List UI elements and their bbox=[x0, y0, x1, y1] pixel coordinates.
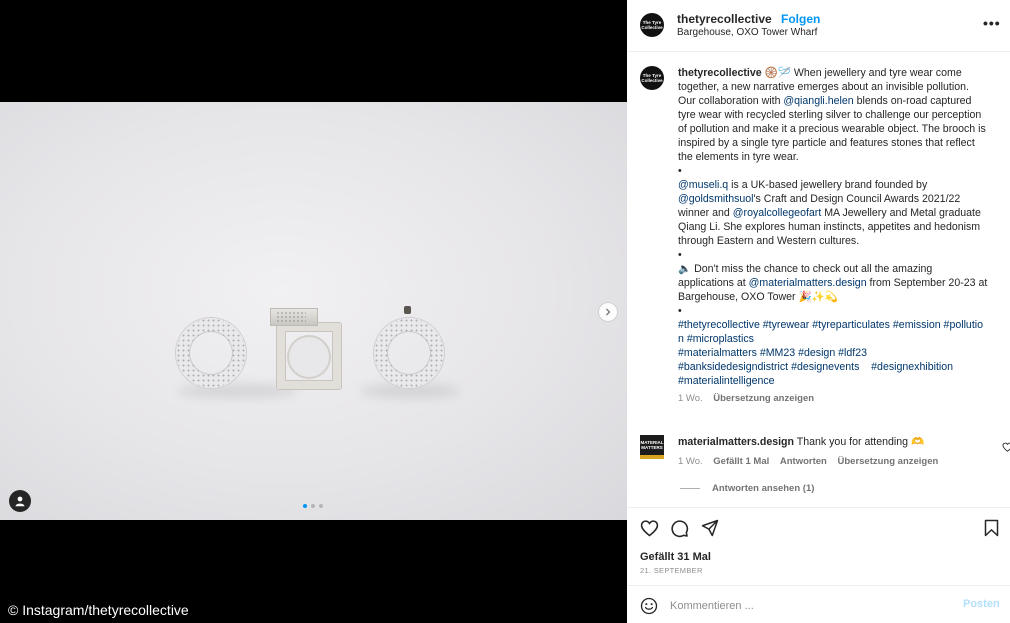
caption-avatar[interactable]: The Tyre Collective bbox=[640, 66, 664, 90]
carousel-dot bbox=[303, 504, 307, 508]
post-side-panel: The Tyre Collective thetyrecollective Fo… bbox=[627, 0, 1010, 623]
caption-text: is a UK-based jewellery brand founded by bbox=[728, 179, 928, 191]
like-icon[interactable] bbox=[640, 519, 659, 537]
carousel-next-button[interactable] bbox=[598, 302, 618, 322]
location-link[interactable]: Bargehouse, OXO Tower Wharf bbox=[677, 27, 817, 38]
post-photo[interactable] bbox=[0, 102, 627, 520]
avatar[interactable]: The Tyre Collective bbox=[640, 13, 664, 37]
caption-emoji: 🛞🪡 bbox=[764, 67, 791, 79]
carousel-indicator bbox=[303, 504, 323, 508]
chevron-right-icon bbox=[606, 308, 611, 316]
caption-bullet: • bbox=[678, 305, 682, 317]
ring-speckle bbox=[176, 318, 246, 388]
caption-bullet: • bbox=[678, 165, 682, 177]
ring-stone bbox=[404, 306, 411, 314]
post-header: The Tyre Collective thetyrecollective Fo… bbox=[627, 0, 1010, 52]
tagged-users-button[interactable] bbox=[9, 490, 31, 512]
caption-timestamp[interactable]: 1 Wo. bbox=[678, 393, 703, 404]
mention-link[interactable]: @materialmatters.design bbox=[749, 277, 867, 289]
hashtag-line[interactable]: #thetyrecollective #tyrewear #tyrepartic… bbox=[678, 318, 988, 346]
view-replies-button[interactable]: Antworten ansehen (1) bbox=[680, 483, 814, 494]
add-comment-bar: Posten bbox=[627, 585, 1010, 623]
caption-bullet: • bbox=[678, 249, 682, 261]
comment-translate-button[interactable]: Übersetzung anzeigen bbox=[838, 456, 939, 467]
likes-count[interactable]: Gefällt 31 Mal bbox=[640, 551, 711, 563]
user-icon bbox=[15, 496, 25, 507]
caption-translate-button[interactable]: Übersetzung anzeigen bbox=[713, 393, 814, 404]
post-actions: Gefällt 31 Mal 21. SEPTEMBER Posten bbox=[627, 507, 1010, 623]
share-icon[interactable] bbox=[701, 519, 719, 537]
image-credit: © Instagram/thetyrecollective bbox=[8, 602, 189, 618]
comment-likes[interactable]: Gefällt 1 Mal bbox=[713, 456, 769, 467]
ring-hole bbox=[287, 335, 331, 379]
mention-link[interactable]: @museli.q bbox=[678, 179, 728, 191]
block-stones bbox=[276, 311, 306, 323]
mention-link[interactable]: @goldsmithsuol bbox=[678, 193, 754, 205]
replies-line bbox=[680, 488, 700, 489]
mention-link[interactable]: @qiangli.helen bbox=[783, 95, 853, 107]
post-comment-button[interactable]: Posten bbox=[963, 598, 1000, 610]
commenter-username[interactable]: materialmatters.design bbox=[678, 436, 794, 448]
carousel-dot bbox=[319, 504, 323, 508]
save-icon[interactable] bbox=[984, 519, 999, 537]
carousel-dot bbox=[311, 504, 315, 508]
comment-like-icon[interactable] bbox=[1002, 442, 1010, 452]
emoji-icon[interactable] bbox=[640, 597, 658, 615]
hashtag-line[interactable]: #materialintelligence bbox=[678, 374, 988, 388]
comment-text: Thank you for attending 🫶 bbox=[794, 436, 925, 448]
comment-reply-button[interactable]: Antworten bbox=[780, 456, 827, 467]
post-date[interactable]: 21. SEPTEMBER bbox=[640, 566, 703, 575]
hashtag-line[interactable]: #materialmatters #MM23 #design #ldf23 bbox=[678, 346, 988, 360]
square-ring bbox=[277, 323, 341, 389]
post-caption: thetyrecollective 🛞🪡 When jewellery and … bbox=[678, 66, 988, 406]
caption-username[interactable]: thetyrecollective bbox=[678, 67, 762, 79]
comment-icon[interactable] bbox=[670, 519, 689, 538]
more-options-button[interactable]: ••• bbox=[983, 15, 1001, 31]
hashtag-line[interactable]: #banksidedesigndistrict #designevents #d… bbox=[678, 360, 988, 374]
commenter-avatar[interactable]: MATERIAL MATTERS bbox=[640, 435, 664, 459]
media-area: © Instagram/thetyrecollective bbox=[0, 0, 627, 623]
follow-button[interactable]: Folgen bbox=[781, 12, 820, 26]
header-username[interactable]: thetyrecollective bbox=[677, 12, 772, 26]
view-replies-label: Antworten ansehen (1) bbox=[712, 483, 815, 494]
ring-speckle bbox=[374, 318, 444, 388]
stone-block bbox=[270, 308, 318, 326]
comment-timestamp[interactable]: 1 Wo. bbox=[678, 456, 703, 467]
comment-input[interactable] bbox=[670, 597, 950, 615]
mention-link[interactable]: @royalcollegeofart bbox=[733, 207, 822, 219]
